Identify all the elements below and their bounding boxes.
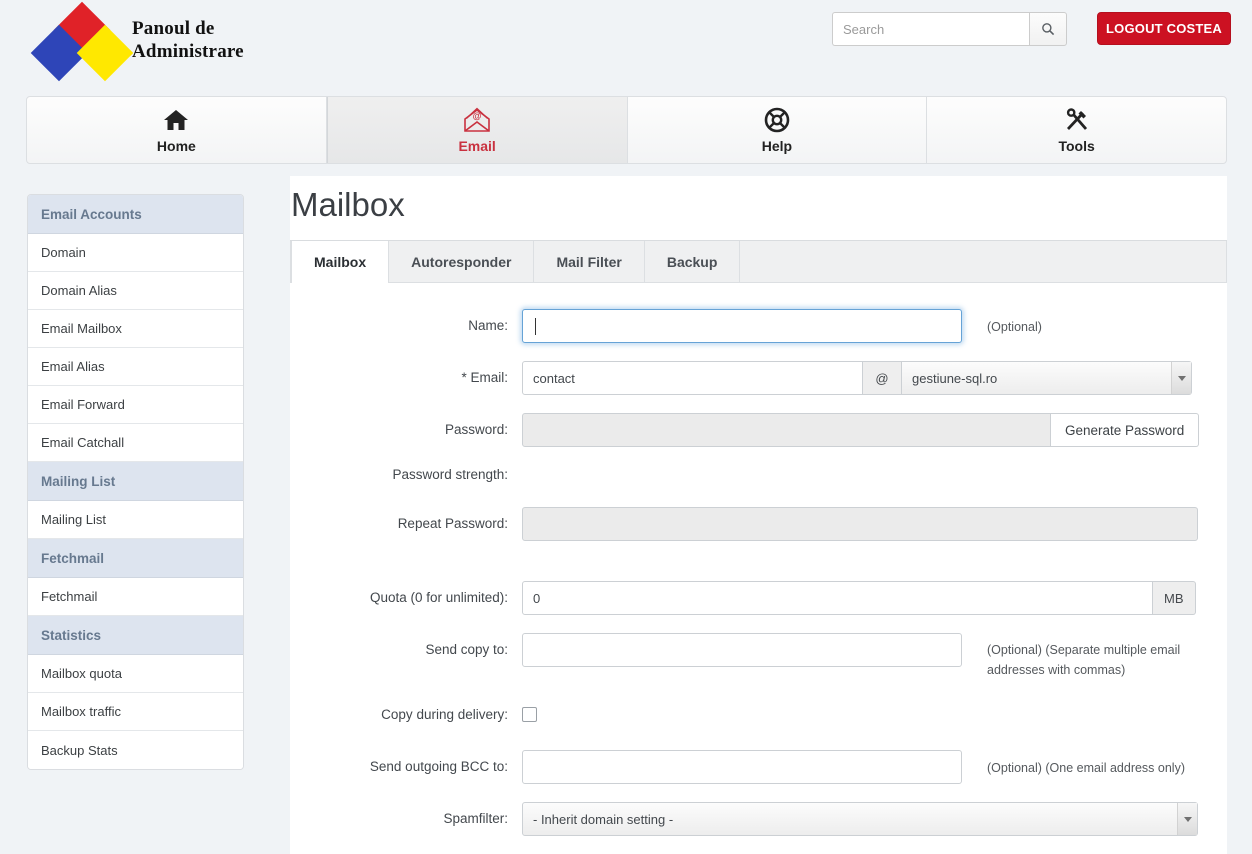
nav-item-email[interactable]: @ Email — [326, 97, 628, 163]
home-icon — [163, 107, 189, 133]
quota-unit-addon: MB — [1153, 581, 1196, 615]
field-row-spamfilter: Spamfilter: - Inherit domain setting - — [290, 802, 1227, 836]
sidebar-group-header-statistics: Statistics — [28, 616, 243, 655]
brand-title-line1: Panoul de — [132, 18, 215, 39]
content-tabs: Mailbox Autoresponder Mail Filter Backup — [290, 241, 1227, 283]
sidebar-item-mailing-list[interactable]: Mailing List — [28, 501, 243, 539]
field-row-send-copy-to: Send copy to: (Optional) (Separate multi… — [290, 633, 1227, 680]
tab-mailbox[interactable]: Mailbox — [291, 241, 390, 283]
generate-password-button[interactable]: Generate Password — [1051, 413, 1200, 447]
send-copy-to-label: Send copy to: — [425, 642, 508, 657]
sidebar-item-mailbox-traffic[interactable]: Mailbox traffic — [28, 693, 243, 731]
tab-backup[interactable]: Backup — [645, 241, 741, 282]
tools-icon — [1064, 107, 1090, 133]
page-header: Panoul de Administrare LOGOUT COSTEA — [0, 0, 1252, 82]
brand-logo: Panoul de Administrare — [30, 1, 244, 82]
sidebar-item-email-catchall[interactable]: Email Catchall — [28, 424, 243, 462]
sidebar: Email Accounts Domain Domain Alias Email… — [27, 194, 244, 770]
email-at-addon: @ — [863, 361, 901, 395]
send-outgoing-bcc-label: Send outgoing BCC to: — [369, 759, 508, 774]
field-row-password-strength: Password strength: — [290, 465, 1227, 485]
nav-item-home[interactable]: Home — [27, 97, 327, 163]
repeat-password-label: Repeat Password: — [397, 516, 508, 531]
svg-text:@: @ — [473, 111, 482, 121]
email-label: * Email: — [461, 370, 508, 385]
name-label: Name: — [468, 318, 508, 333]
page-title: Mailbox — [291, 186, 405, 223]
field-row-name: Name: (Optional) — [290, 309, 1227, 343]
sidebar-item-mailbox-quota[interactable]: Mailbox quota — [28, 655, 243, 693]
mailbox-form: Name: (Optional) * Email: contact @ gest… — [290, 283, 1227, 836]
sidebar-item-email-mailbox[interactable]: Email Mailbox — [28, 310, 243, 348]
sidebar-item-fetchmail[interactable]: Fetchmail — [28, 578, 243, 616]
text-cursor — [535, 317, 536, 335]
email-domain-value: gestiune-sql.ro — [912, 370, 998, 386]
search-icon — [1042, 23, 1055, 36]
brand-title: Panoul de Administrare — [132, 17, 244, 63]
email-domain-select[interactable]: gestiune-sql.ro — [901, 361, 1192, 395]
quota-label: Quota (0 for unlimited): — [369, 590, 508, 605]
name-hint: (Optional) — [987, 320, 1042, 334]
nav-item-tools[interactable]: Tools — [927, 97, 1226, 163]
chevron-down-icon — [1177, 803, 1197, 835]
copy-during-delivery-checkbox[interactable] — [522, 707, 537, 722]
send-outgoing-bcc-input[interactable] — [522, 750, 962, 784]
nav-item-home-label: Home — [156, 137, 196, 154]
sidebar-group-header-fetchmail: Fetchmail — [28, 539, 243, 578]
chevron-down-icon — [1171, 362, 1191, 394]
sidebar-item-email-forward[interactable]: Email Forward — [28, 386, 243, 424]
sidebar-item-email-alias[interactable]: Email Alias — [28, 348, 243, 386]
field-row-send-outgoing-bcc: Send outgoing BCC to: (Optional) (One em… — [290, 750, 1227, 784]
nav-item-help-label: Help — [761, 137, 793, 154]
search-input[interactable] — [832, 12, 1029, 46]
field-row-email: * Email: contact @ gestiune-sql.ro — [290, 361, 1227, 395]
field-row-repeat-password: Repeat Password: — [290, 507, 1227, 541]
field-row-quota: Quota (0 for unlimited): 0 MB — [290, 581, 1227, 615]
logout-button[interactable]: LOGOUT COSTEA — [1097, 12, 1231, 45]
nav-item-help[interactable]: Help — [628, 97, 928, 163]
send-outgoing-bcc-hint: (Optional) (One email address only) — [987, 761, 1185, 775]
sidebar-group-header-email-accounts: Email Accounts — [28, 195, 243, 234]
sidebar-item-domain-alias[interactable]: Domain Alias — [28, 272, 243, 310]
lifebuoy-icon — [764, 107, 790, 133]
quota-input[interactable]: 0 — [522, 581, 1153, 615]
spamfilter-value: - Inherit domain setting - — [533, 811, 674, 827]
search-button[interactable] — [1029, 12, 1067, 46]
name-input[interactable] — [522, 309, 962, 343]
sidebar-item-backup-stats[interactable]: Backup Stats — [28, 731, 243, 769]
logo-diamonds-icon — [30, 1, 134, 82]
send-copy-to-hint: (Optional) (Separate multiple email addr… — [987, 643, 1181, 677]
send-copy-to-input[interactable] — [522, 633, 962, 667]
sidebar-group-header-mailing-list: Mailing List — [28, 462, 243, 501]
nav-item-email-label: Email — [458, 137, 496, 154]
password-label: Password: — [444, 422, 508, 437]
sidebar-item-domain[interactable]: Domain — [28, 234, 243, 272]
tab-autoresponder[interactable]: Autoresponder — [389, 241, 535, 282]
tab-mail-filter[interactable]: Mail Filter — [534, 241, 645, 282]
spamfilter-select[interactable]: - Inherit domain setting - — [522, 802, 1198, 836]
field-row-password: Password: Generate Password — [290, 413, 1227, 447]
content-area: Mailbox Mailbox Autoresponder Mail Filte… — [290, 176, 1227, 854]
email-local-input[interactable]: contact — [522, 361, 863, 395]
brand-title-line2: Administrare — [132, 41, 244, 62]
repeat-password-input[interactable] — [522, 507, 1198, 541]
copy-during-delivery-label: Copy during delivery: — [381, 707, 508, 722]
main-navigation: Home @ Email Help Tools — [26, 96, 1227, 164]
envelope-at-icon: @ — [462, 107, 492, 133]
password-input[interactable] — [522, 413, 1051, 447]
field-row-copy-during-delivery: Copy during delivery: — [290, 698, 1227, 732]
nav-item-tools-label: Tools — [1058, 137, 1095, 154]
search-group — [832, 12, 1067, 46]
password-strength-label: Password strength: — [392, 467, 508, 482]
spamfilter-label: Spamfilter: — [443, 811, 508, 826]
